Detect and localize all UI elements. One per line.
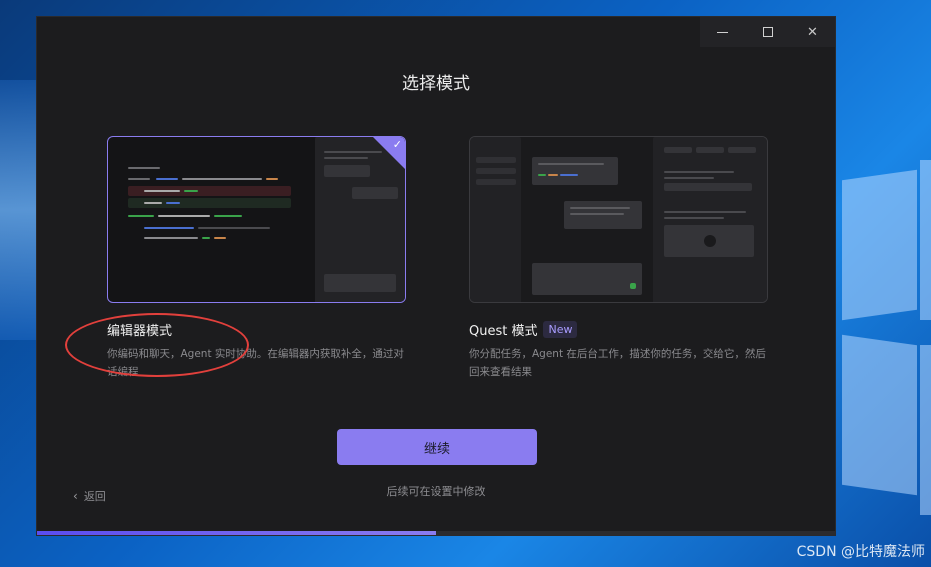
back-label: 返回	[83, 490, 106, 503]
close-icon: ✕	[807, 24, 818, 40]
back-link[interactable]: ‹ 返回	[73, 488, 106, 504]
window-titlebar: ✕	[700, 17, 835, 47]
mode-title-quest-label: Quest 模式	[469, 324, 538, 339]
settings-hint: 后续可在设置中修改	[386, 485, 486, 498]
continue-button[interactable]: 继续	[337, 429, 537, 465]
desktop-window-logo-pane	[920, 160, 931, 320]
page-title: 选择模式	[402, 74, 470, 94]
maximize-icon	[762, 27, 773, 37]
chevron-left-icon: ‹	[73, 489, 78, 503]
desktop-window-logo-pane	[842, 169, 917, 321]
mode-card-editor[interactable]: ✓	[107, 136, 406, 303]
desktop-window-logo-pane	[842, 334, 917, 496]
mode-title-quest: Quest 模式 New	[469, 320, 578, 339]
mode-select-window: ✕ 选择模式 ✓ 编辑器模式 你编码和聊天，Agent 实时协助。在编辑器内获取…	[36, 16, 836, 536]
csdn-watermark: CSDN @比特魔法师	[796, 544, 925, 560]
maximize-button[interactable]	[745, 17, 790, 47]
minimize-icon	[717, 31, 728, 33]
new-badge: New	[543, 321, 578, 338]
desktop-light-glow	[0, 80, 36, 340]
check-icon: ✓	[392, 138, 402, 151]
annotation-ellipse	[65, 313, 249, 377]
mode-desc-quest: 你分配任务，Agent 在后台工作，描述你的任务，交给它，然后回来查看结果	[469, 348, 766, 378]
progress-fill	[37, 531, 436, 535]
desktop-window-logo-pane	[920, 345, 931, 515]
minimize-button[interactable]	[700, 17, 745, 47]
close-button[interactable]: ✕	[790, 17, 835, 47]
progress-track	[37, 531, 835, 535]
mode-card-quest[interactable]	[469, 136, 768, 303]
